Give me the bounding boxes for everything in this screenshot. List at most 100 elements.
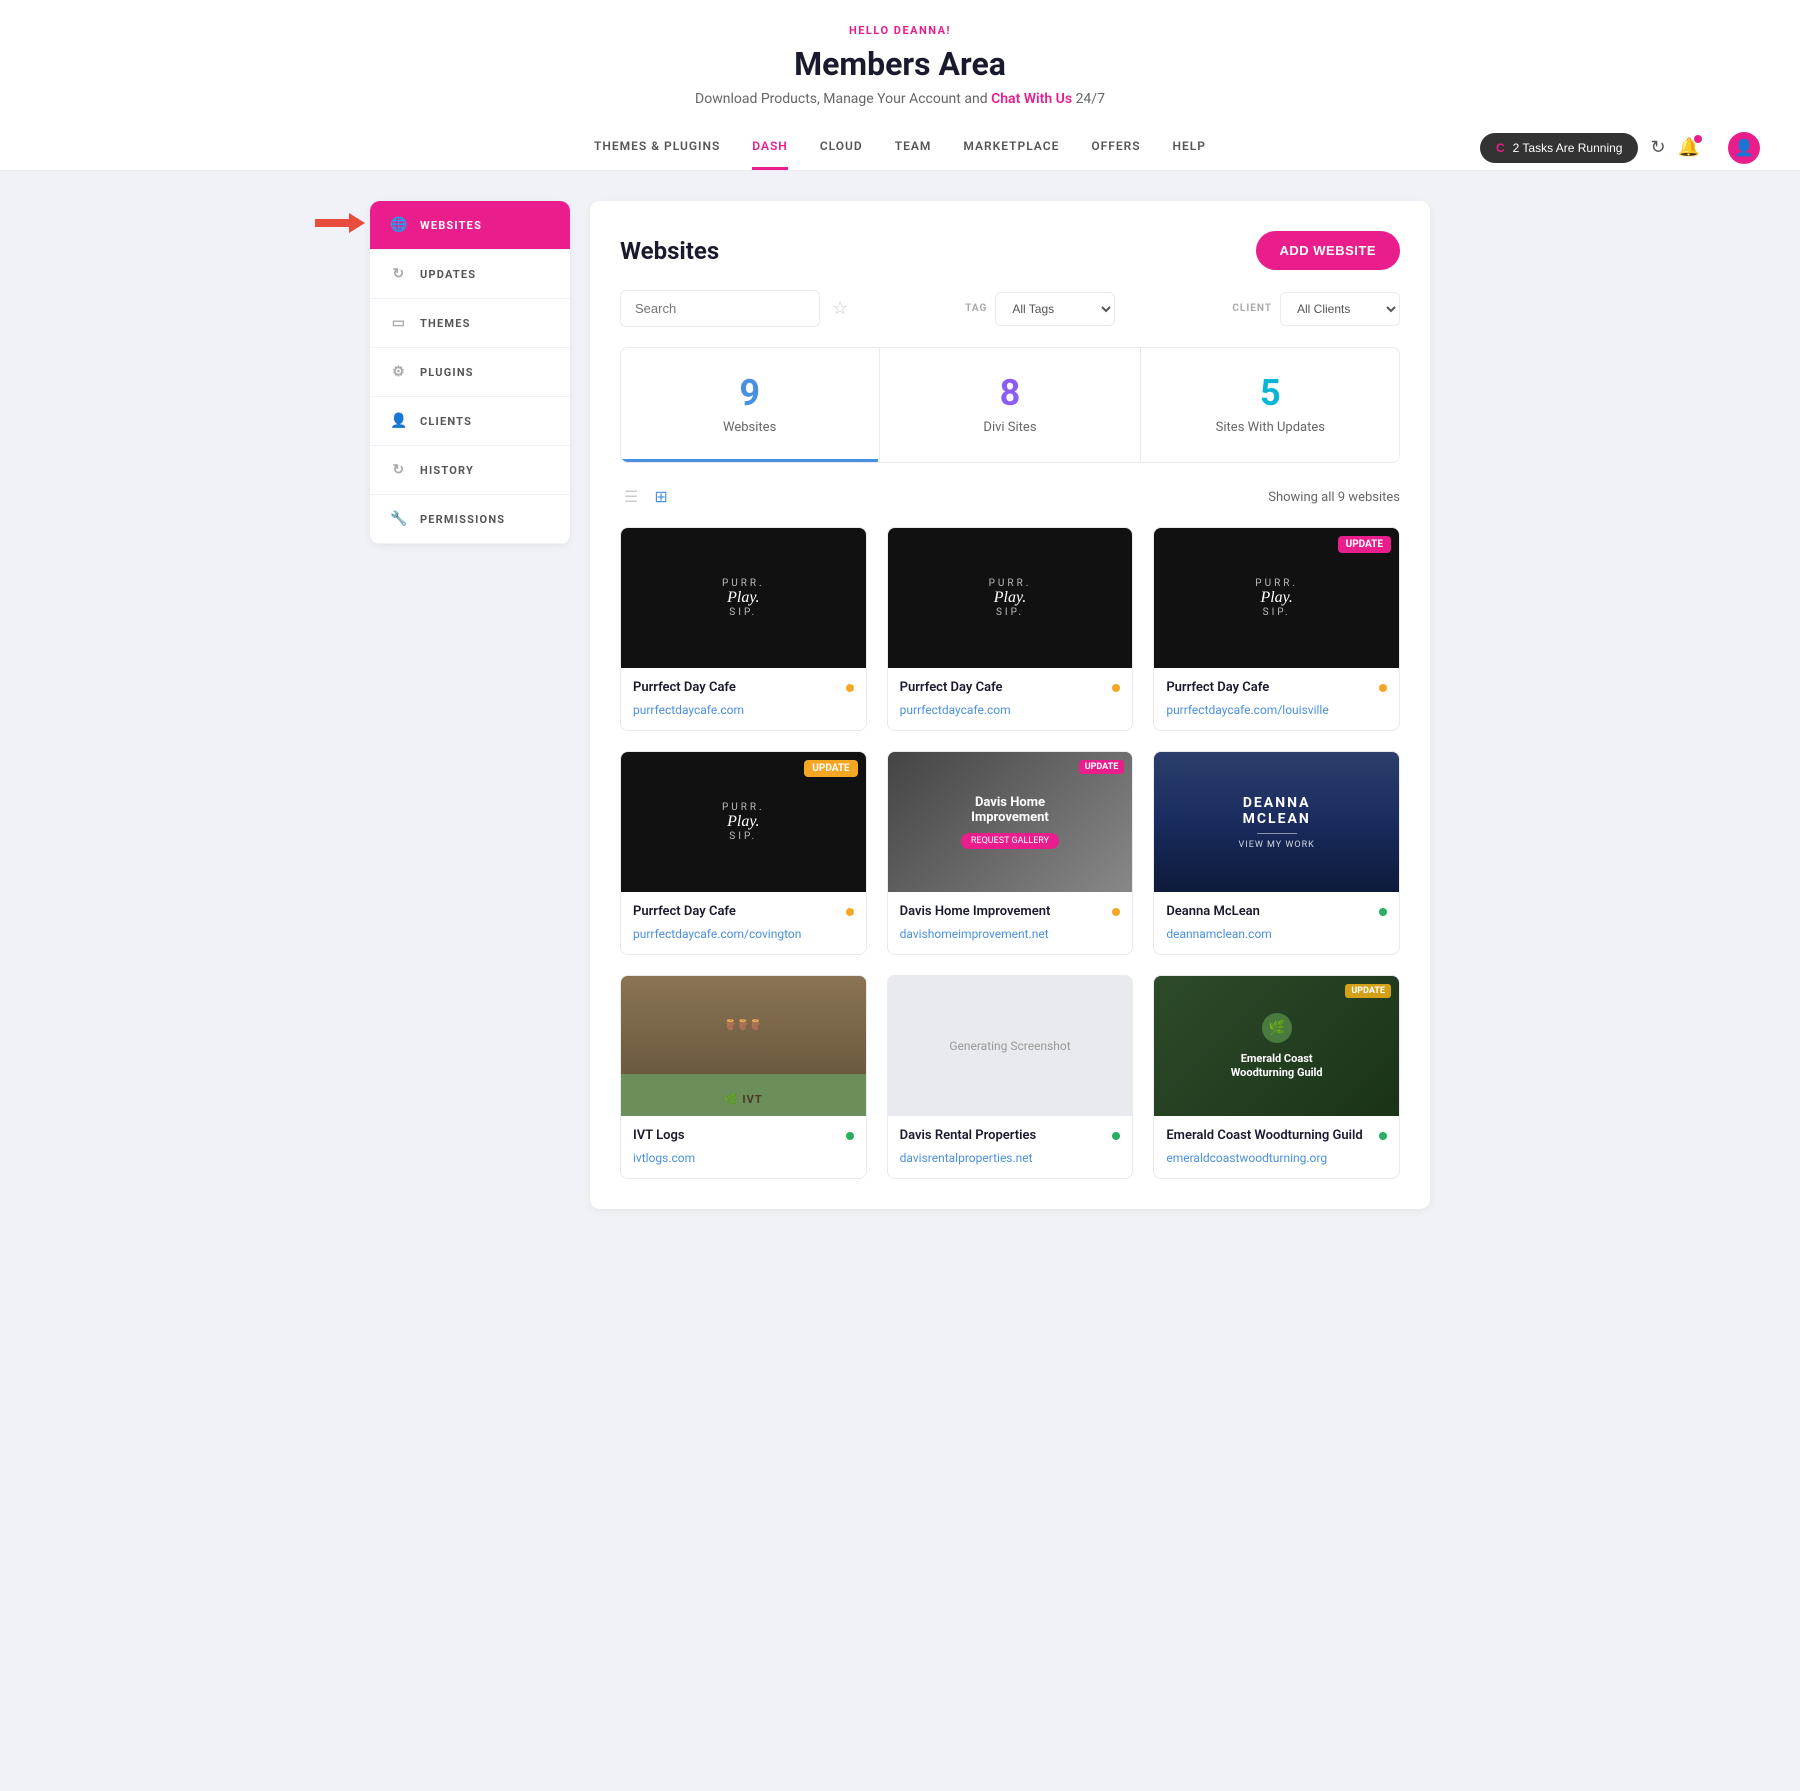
stat-divi[interactable]: 8 Divi Sites: [881, 348, 1138, 462]
sidebar-item-updates[interactable]: ↻ UPDATES: [370, 250, 570, 299]
update-badge-5: UPDATE: [1079, 760, 1125, 774]
deanna-text: DEANNA MCLEAN VIEW MY WORK: [1229, 785, 1325, 860]
sidebar-label-history: HISTORY: [420, 464, 474, 477]
view-toggle: ☰ ⊞: [620, 483, 672, 511]
website-url-1[interactable]: purrfectdaycafe.com: [633, 703, 744, 717]
sidebar-item-permissions[interactable]: 🔧 PERMISSIONS: [370, 495, 570, 544]
website-card-7[interactable]: 🪵🪵🪵 🌿 IVT IVT Logs ivtlogs.com: [620, 975, 867, 1179]
name-text-5: Davis Home Improvement: [900, 904, 1051, 919]
name-text-8: Davis Rental Properties: [900, 1128, 1037, 1143]
notification-dot: [1694, 135, 1702, 143]
stat-websites[interactable]: 9 Websites: [621, 348, 878, 462]
user-icon: 👤: [1734, 138, 1754, 157]
website-card-8[interactable]: Generating Screenshot Davis Rental Prope…: [887, 975, 1134, 1179]
client-select[interactable]: All Clients: [1280, 292, 1400, 326]
page-main-title: Members Area: [0, 45, 1800, 83]
sidebar-card: 🌐 WEBSITES ↻ UPDATES ▭ THEMES ⚙ PLUGINS …: [370, 201, 570, 544]
website-url-9[interactable]: emeraldcoastwoodturning.org: [1166, 1151, 1327, 1165]
tag-filter-group: TAG All Tags: [965, 292, 1115, 326]
purr-text-2: PURR. Play. SIP.: [989, 578, 1032, 618]
thumbnail-3: PURR. Play. SIP. UPDATE: [1154, 528, 1399, 668]
website-url-4[interactable]: purrfectdaycafe.com/covington: [633, 927, 801, 941]
stat-number-websites: 9: [645, 372, 854, 414]
website-url-7[interactable]: ivtlogs.com: [633, 1151, 695, 1165]
sidebar-item-clients[interactable]: 👤 CLIENTS: [370, 397, 570, 446]
website-card-4[interactable]: PURR. Play. SIP. UPDATE Purrfect Day Caf…: [620, 751, 867, 955]
grid-view-button[interactable]: ⊞: [650, 483, 671, 511]
nav-item-cloud[interactable]: CLOUD: [820, 125, 863, 170]
status-dot-1: [846, 684, 854, 692]
website-card-3[interactable]: PURR. Play. SIP. UPDATE Purrfect Day Caf…: [1153, 527, 1400, 731]
name-text-4: Purrfect Day Cafe: [633, 904, 736, 919]
nav-right: C 2 Tasks Are Running ↻ 🔔 👤: [1480, 132, 1760, 164]
main-content: Websites ADD WEBSITE ☆ TAG All Tags CLIE…: [590, 201, 1430, 1209]
website-url-3[interactable]: purrfectdaycafe.com/louisville: [1166, 703, 1328, 717]
thumbnail-4: PURR. Play. SIP. UPDATE: [621, 752, 866, 892]
status-dot-3: [1379, 684, 1387, 692]
refresh-button[interactable]: ↻: [1650, 137, 1665, 158]
main-nav: THEMES & PLUGINS DASH CLOUD TEAM MARKETP…: [0, 125, 1800, 170]
sidebar-label-clients: CLIENTS: [420, 415, 472, 428]
websites-header: Websites ADD WEBSITE: [620, 231, 1400, 270]
status-dot-6: [1379, 908, 1387, 916]
sidebar-label-updates: UPDATES: [420, 268, 476, 281]
ivt-logs-bg: 🪵🪵🪵: [621, 976, 866, 1074]
add-website-button[interactable]: ADD WEBSITE: [1256, 231, 1401, 270]
sidebar-item-plugins[interactable]: ⚙ PLUGINS: [370, 348, 570, 397]
stat-updates[interactable]: 5 Sites With Updates: [1142, 348, 1399, 462]
subtitle-suffix: 24/7: [1076, 91, 1105, 107]
chat-link[interactable]: Chat With Us: [991, 91, 1072, 107]
page-title: Websites: [620, 237, 719, 265]
c-icon: C: [1496, 141, 1505, 155]
website-name-6: Deanna McLean: [1166, 904, 1387, 919]
ivt-logo: 🌿 IVT: [724, 1093, 763, 1106]
view-more-btn: VIEW MY WORK: [1239, 840, 1315, 850]
thumbnail-5: UPDATE Davis Home Improvement REQUEST GA…: [888, 752, 1133, 892]
davis-bg: UPDATE Davis Home Improvement REQUEST GA…: [888, 752, 1133, 892]
notifications-button[interactable]: 🔔: [1678, 137, 1700, 158]
update-badge-3: UPDATE: [1338, 536, 1391, 553]
sidebar-item-websites[interactable]: 🌐 WEBSITES: [370, 201, 570, 250]
website-url-6[interactable]: deannamclean.com: [1166, 927, 1272, 941]
website-card-9[interactable]: UPDATE 🌿 Emerald Coast Woodturning Guild…: [1153, 975, 1400, 1179]
stat-number-updates: 5: [1166, 372, 1375, 414]
nav-item-team[interactable]: TEAM: [895, 125, 932, 170]
ivt-logs-img: 🪵🪵🪵: [725, 1020, 762, 1031]
thumbnail-7: 🪵🪵🪵 🌿 IVT: [621, 976, 866, 1116]
sidebar-item-history[interactable]: ↻ HISTORY: [370, 446, 570, 495]
nav-item-help[interactable]: HELP: [1173, 125, 1206, 170]
nav-item-offers[interactable]: OFFERS: [1091, 125, 1140, 170]
tag-select[interactable]: All Tags: [995, 292, 1115, 326]
emerald-icon: 🌿: [1262, 1013, 1292, 1043]
star-filter-button[interactable]: ☆: [832, 298, 848, 319]
website-url-5[interactable]: davishomeimprovement.net: [900, 927, 1049, 941]
website-card-5[interactable]: UPDATE Davis Home Improvement REQUEST GA…: [887, 751, 1134, 955]
list-view-button[interactable]: ☰: [620, 483, 642, 511]
tasks-button[interactable]: C 2 Tasks Are Running: [1480, 133, 1639, 163]
website-info-4: Purrfect Day Cafe purrfectdaycafe.com/co…: [621, 892, 866, 954]
nav-item-themes-plugins[interactable]: THEMES & PLUGINS: [594, 125, 720, 170]
website-url-8[interactable]: davisrentalproperties.net: [900, 1151, 1033, 1165]
website-url-2[interactable]: purrfectdaycafe.com: [900, 703, 1011, 717]
website-card-2[interactable]: PURR. Play. SIP. Purrfect Day Cafe purrf…: [887, 527, 1134, 731]
website-info-9: Emerald Coast Woodturning Guild emeraldc…: [1154, 1116, 1399, 1178]
website-card-1[interactable]: PURR. Play. SIP. Purrfect Day Cafe purrf…: [620, 527, 867, 731]
nav-item-dash[interactable]: DASH: [752, 125, 788, 170]
name-text-9: Emerald Coast Woodturning Guild: [1166, 1128, 1362, 1143]
website-info-2: Purrfect Day Cafe purrfectdaycafe.com: [888, 668, 1133, 730]
stat-label-websites: Websites: [645, 420, 854, 435]
website-card-6[interactable]: DEANNA MCLEAN VIEW MY WORK Deanna McLean…: [1153, 751, 1400, 955]
purr-bg-2: PURR. Play. SIP.: [888, 528, 1133, 668]
view-controls: ☰ ⊞ Showing all 9 websites: [620, 483, 1400, 511]
status-dot-9: [1379, 1132, 1387, 1140]
generating-text: Generating Screenshot: [949, 1039, 1070, 1053]
showing-text: Showing all 9 websites: [1268, 490, 1400, 505]
nav-item-marketplace[interactable]: MARKETPLACE: [963, 125, 1059, 170]
sidebar-item-themes[interactable]: ▭ THEMES: [370, 299, 570, 348]
stat-label-updates: Sites With Updates: [1166, 420, 1375, 435]
plugins-icon: ⚙: [390, 364, 408, 380]
search-input[interactable]: [620, 290, 820, 327]
user-avatar[interactable]: 👤: [1728, 132, 1760, 164]
thumbnail-1: PURR. Play. SIP.: [621, 528, 866, 668]
purr-text-1: PURR. Play. SIP.: [722, 578, 765, 618]
